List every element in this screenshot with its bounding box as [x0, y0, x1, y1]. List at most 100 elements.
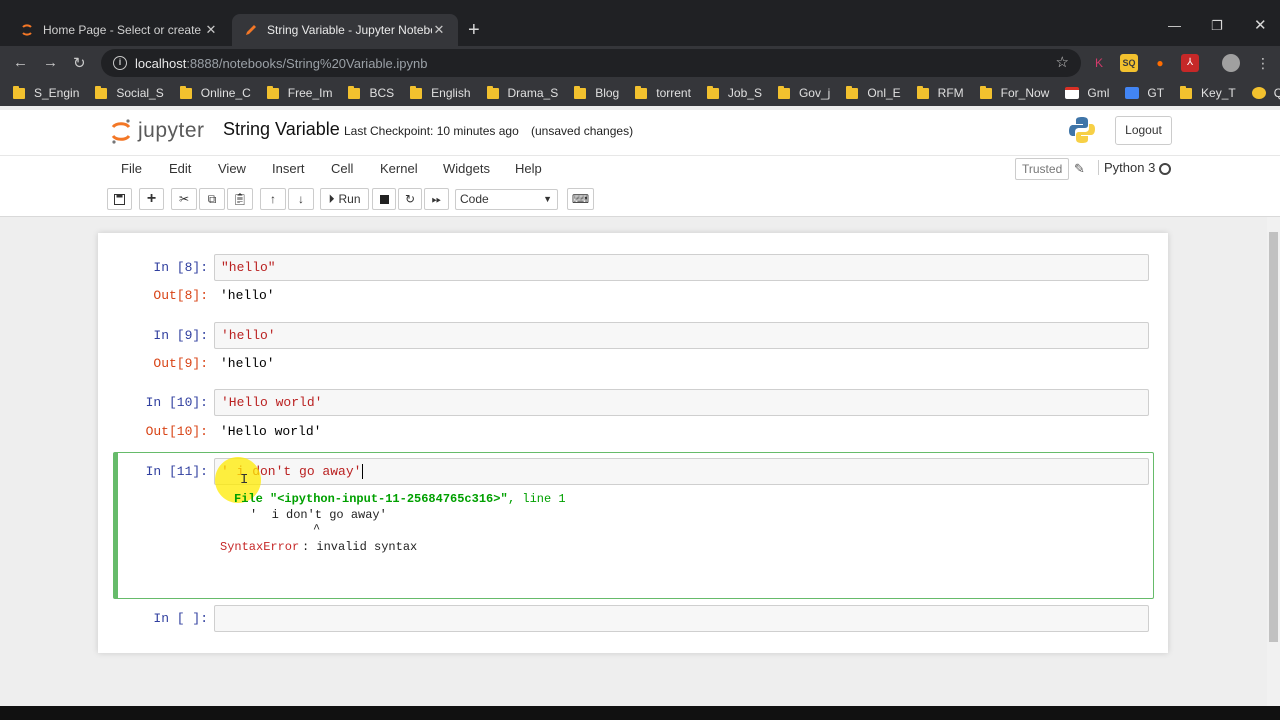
taskbar-strip	[0, 706, 1280, 720]
output-prompt: Out[9]:	[153, 356, 208, 371]
menu-help[interactable]: Help	[515, 161, 542, 176]
folder-icon	[486, 85, 499, 99]
forward-icon[interactable]: →	[43, 54, 58, 71]
tab-close-icon[interactable]: ✕	[204, 22, 218, 38]
maximize-icon[interactable]: ❐	[1211, 18, 1223, 34]
jupyter-logo-icon	[111, 119, 131, 144]
code-cell-input[interactable]: 'Hello world'	[214, 389, 1149, 416]
insert-cell-button[interactable]: +	[139, 188, 164, 210]
menu-file[interactable]: File	[121, 161, 142, 176]
tab-title: Home Page - Select or create a n	[43, 23, 204, 37]
menu-edit[interactable]: Edit	[169, 161, 191, 176]
command-palette-button[interactable]: ⌨	[567, 188, 594, 210]
restart-run-all-button[interactable]: ⏩︎	[424, 188, 449, 210]
stop-icon	[379, 194, 389, 204]
folder-icon	[635, 85, 648, 99]
new-tab-icon[interactable]: +	[468, 19, 480, 41]
interrupt-kernel-button[interactable]	[372, 188, 396, 210]
menu-insert[interactable]: Insert	[272, 161, 305, 176]
bookmark-gt[interactable]: GT	[1125, 86, 1164, 100]
input-prompt: In [11]:	[145, 464, 208, 479]
logout-button[interactable]: Logout	[1115, 116, 1172, 145]
menu-kernel[interactable]: Kernel	[380, 161, 418, 176]
save-icon	[114, 193, 125, 205]
copy-button[interactable]: ⧉	[199, 188, 225, 210]
tab-close-icon[interactable]: ✕	[432, 22, 446, 38]
scrollbar-thumb[interactable]	[1269, 232, 1278, 642]
move-up-button[interactable]: ↑	[260, 188, 286, 210]
menu-cell[interactable]: Cell	[331, 161, 353, 176]
paste-icon: 📋︎	[232, 192, 248, 206]
folder-icon	[13, 85, 25, 99]
extension-k-icon[interactable]: K	[1090, 54, 1108, 72]
bookmark-blog[interactable]: Blog	[574, 85, 619, 100]
restart-kernel-button[interactable]: ↻	[398, 188, 422, 210]
input-prompt: In [8]:	[153, 260, 208, 275]
back-icon[interactable]: ←	[13, 54, 28, 71]
bookmark-free-im[interactable]: Free_Im	[266, 85, 332, 100]
move-down-button[interactable]: ↓	[288, 188, 314, 210]
bookmark-gov-j[interactable]: Gov_j	[777, 85, 830, 100]
minimize-icon[interactable]: —	[1168, 18, 1181, 33]
tab-title: String Variable - Jupyter Noteboo	[267, 23, 432, 37]
folder-icon	[179, 85, 192, 99]
jupyter-logo[interactable]: jupyter	[110, 117, 205, 145]
bookmark-s-engin[interactable]: S_Engin	[13, 85, 79, 100]
pdf-extension-icon[interactable]: ⅄	[1181, 54, 1199, 72]
trusted-badge[interactable]: Trusted	[1015, 158, 1070, 180]
bookmark-social-s[interactable]: Social_S	[95, 85, 164, 100]
cut-button[interactable]: ✂	[171, 188, 197, 210]
run-button[interactable]: ⏵ Run	[320, 188, 369, 210]
profile-avatar[interactable]	[1222, 54, 1240, 72]
restart-icon: ↻	[404, 192, 416, 206]
bookmark-bcs[interactable]: BCS	[348, 85, 394, 100]
browser-menu-icon[interactable]: ⋮	[1254, 54, 1272, 72]
folder-icon	[348, 85, 361, 99]
last-checkpoint: Last Checkpoint: 10 minutes ago	[344, 124, 519, 138]
bookmark-drama-s[interactable]: Drama_S	[486, 85, 558, 100]
cell-type-select[interactable]: Code ▼	[455, 189, 558, 210]
bookmark-english[interactable]: English	[410, 85, 471, 100]
tab-home-page[interactable]: Home Page - Select or create a n ✕	[8, 14, 230, 46]
cell-output: 'Hello world'	[220, 424, 322, 439]
kernel-name[interactable]: Python 3	[1098, 160, 1155, 175]
code-cell-input[interactable]	[214, 605, 1149, 632]
bookmark-rfm[interactable]: RFM	[916, 85, 964, 100]
save-button[interactable]	[107, 188, 132, 210]
reload-icon[interactable]: ↻	[73, 54, 86, 72]
bookmark-q[interactable]: Q	[1251, 86, 1280, 100]
menu-view[interactable]: View	[218, 161, 246, 176]
extension-sq-icon[interactable]: SQ	[1120, 54, 1138, 72]
bookmark-star-icon[interactable]: ☆	[1056, 53, 1069, 71]
bookmark-for-now[interactable]: For_Now	[979, 85, 1049, 100]
menu-widgets[interactable]: Widgets	[443, 161, 490, 176]
error-type: SyntaxError	[220, 540, 300, 554]
extension-fox-icon[interactable]: ●	[1151, 54, 1169, 72]
bookmark-key-t[interactable]: Key_T	[1180, 85, 1236, 100]
address-toolbar: ← → ↻ i localhost:8888/notebooks/String%…	[0, 46, 1280, 80]
output-prompt: Out[10]:	[145, 424, 208, 439]
window-close-icon[interactable]: ✕	[1254, 16, 1267, 34]
folder-icon	[95, 85, 108, 99]
bookmark-online-c[interactable]: Online_C	[179, 85, 251, 100]
notebook-favicon-icon	[244, 23, 258, 37]
fast-forward-icon: ⏩︎	[431, 191, 442, 206]
bookmark-torrent[interactable]: torrent	[635, 85, 691, 100]
url-host: localhost	[135, 55, 187, 71]
bookmark-job-s[interactable]: Job_S	[706, 85, 762, 100]
code-cell-input-active[interactable]: ' i don't go away'	[214, 458, 1149, 485]
bookmark-gml[interactable]: Gml	[1065, 86, 1109, 100]
code-cell-input[interactable]: 'hello'	[214, 322, 1149, 349]
input-prompt: In [10]:	[145, 395, 208, 410]
bookmark-onl-e[interactable]: Onl_E	[846, 85, 901, 100]
code-cell-input[interactable]: "hello"	[214, 254, 1149, 281]
paste-button[interactable]: 📋︎	[227, 188, 253, 210]
notebook-menubar: File Edit View Insert Cell Kernel Widget…	[0, 155, 1280, 217]
edit-mode-pencil-icon: ✎	[1074, 161, 1085, 176]
tab-string-variable[interactable]: String Variable - Jupyter Noteboo ✕	[232, 14, 458, 46]
folder-icon	[1180, 85, 1193, 99]
arrow-down-icon: ↓	[298, 192, 304, 206]
notebook-name[interactable]: String Variable	[223, 119, 340, 140]
address-bar[interactable]: i localhost:8888/notebooks/String%20Vari…	[101, 49, 1081, 77]
site-info-icon[interactable]: i	[113, 56, 127, 70]
